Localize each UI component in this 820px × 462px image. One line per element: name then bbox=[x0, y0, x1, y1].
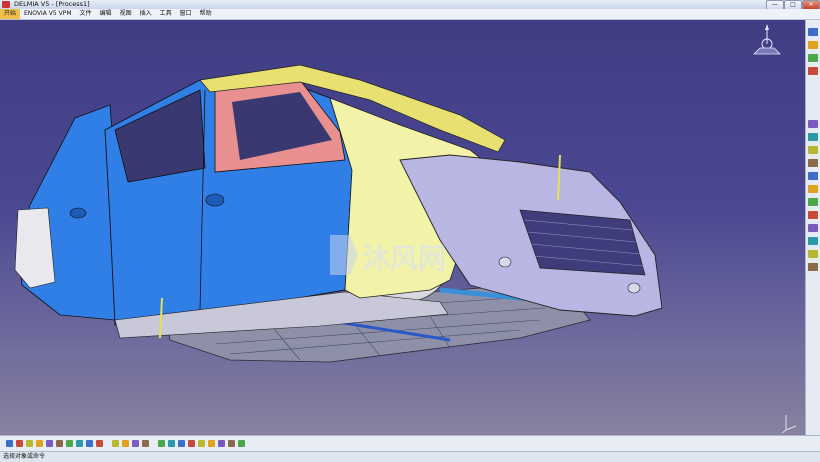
right-toolbar bbox=[805, 20, 820, 435]
zoom-out-icon[interactable] bbox=[188, 440, 195, 447]
whatsthis-icon[interactable] bbox=[96, 440, 103, 447]
join-icon[interactable] bbox=[808, 172, 818, 180]
save-icon[interactable] bbox=[26, 440, 33, 447]
axis-triad-icon bbox=[781, 415, 797, 434]
tree-icon[interactable] bbox=[808, 250, 818, 258]
filter-icon[interactable] bbox=[808, 211, 818, 219]
views-icon[interactable] bbox=[208, 440, 215, 447]
point-icon[interactable] bbox=[808, 41, 818, 49]
menu-edit[interactable]: 编辑 bbox=[96, 9, 116, 19]
compass-icon[interactable] bbox=[752, 22, 782, 56]
menu-enovia[interactable]: ENOVIA V5 VPM bbox=[20, 9, 76, 19]
normal-view-icon[interactable] bbox=[198, 440, 205, 447]
hide-show-icon[interactable] bbox=[228, 440, 235, 447]
menu-start[interactable]: 开始 bbox=[0, 9, 21, 19]
menu-bar: 开始 ENOVIA V5 VPM 文件 编辑 视图 插入 工具 窗口 帮助 bbox=[0, 9, 820, 20]
print-icon[interactable] bbox=[36, 440, 43, 447]
paste-icon[interactable] bbox=[66, 440, 73, 447]
fly-icon[interactable] bbox=[132, 440, 139, 447]
status-bar: 选择对象或命令 bbox=[0, 451, 820, 462]
menu-insert[interactable]: 插入 bbox=[136, 9, 156, 19]
hammer-icon[interactable] bbox=[808, 198, 818, 206]
open-icon[interactable] bbox=[16, 440, 23, 447]
split-icon[interactable] bbox=[808, 146, 818, 154]
render-style-icon[interactable] bbox=[218, 440, 225, 447]
fill-icon[interactable] bbox=[808, 133, 818, 141]
menu-file[interactable]: 文件 bbox=[76, 9, 96, 19]
menu-tools[interactable]: 工具 bbox=[156, 9, 176, 19]
redo-icon[interactable] bbox=[86, 440, 93, 447]
car-model[interactable]: 沐风网 bbox=[0, 20, 805, 435]
menu-view[interactable]: 视图 bbox=[116, 9, 136, 19]
new-icon[interactable] bbox=[6, 440, 13, 447]
check-icon[interactable] bbox=[808, 263, 818, 271]
swap-space-icon[interactable] bbox=[238, 440, 245, 447]
undo-icon[interactable] bbox=[76, 440, 83, 447]
svg-text:沐风网: 沐风网 bbox=[362, 242, 446, 275]
menu-help[interactable]: 帮助 bbox=[196, 9, 216, 19]
door-handle bbox=[205, 193, 225, 207]
window-title: DELMIA V5 - [Process1] bbox=[14, 0, 90, 8]
formula-icon[interactable] bbox=[112, 440, 119, 447]
catalog-icon[interactable] bbox=[808, 237, 818, 245]
trim-icon[interactable] bbox=[808, 159, 818, 167]
bottom-toolbar bbox=[0, 435, 820, 452]
sweep-icon[interactable] bbox=[808, 120, 818, 128]
product-icon[interactable] bbox=[808, 224, 818, 232]
sketch-icon[interactable] bbox=[808, 28, 818, 36]
fit-all-icon[interactable] bbox=[142, 440, 149, 447]
fog-lamp bbox=[498, 256, 512, 268]
copy-icon[interactable] bbox=[56, 440, 63, 447]
pan-icon[interactable] bbox=[158, 440, 165, 447]
cut-icon[interactable] bbox=[46, 440, 53, 447]
grille bbox=[519, 209, 646, 276]
zoom-in-icon[interactable] bbox=[178, 440, 185, 447]
measure-icon[interactable] bbox=[808, 185, 818, 193]
menu-window[interactable]: 窗口 bbox=[176, 9, 196, 19]
fog-lamp-right bbox=[627, 282, 641, 294]
plane-icon[interactable] bbox=[808, 67, 818, 75]
app-icon bbox=[2, 1, 10, 8]
knowledge-icon[interactable] bbox=[122, 440, 129, 447]
rear-bumper bbox=[14, 207, 56, 289]
3d-viewport[interactable]: 沐风网 bbox=[0, 20, 805, 435]
line-icon[interactable] bbox=[808, 54, 818, 62]
rotate-icon[interactable] bbox=[168, 440, 175, 447]
rear-door-handle bbox=[69, 207, 87, 219]
